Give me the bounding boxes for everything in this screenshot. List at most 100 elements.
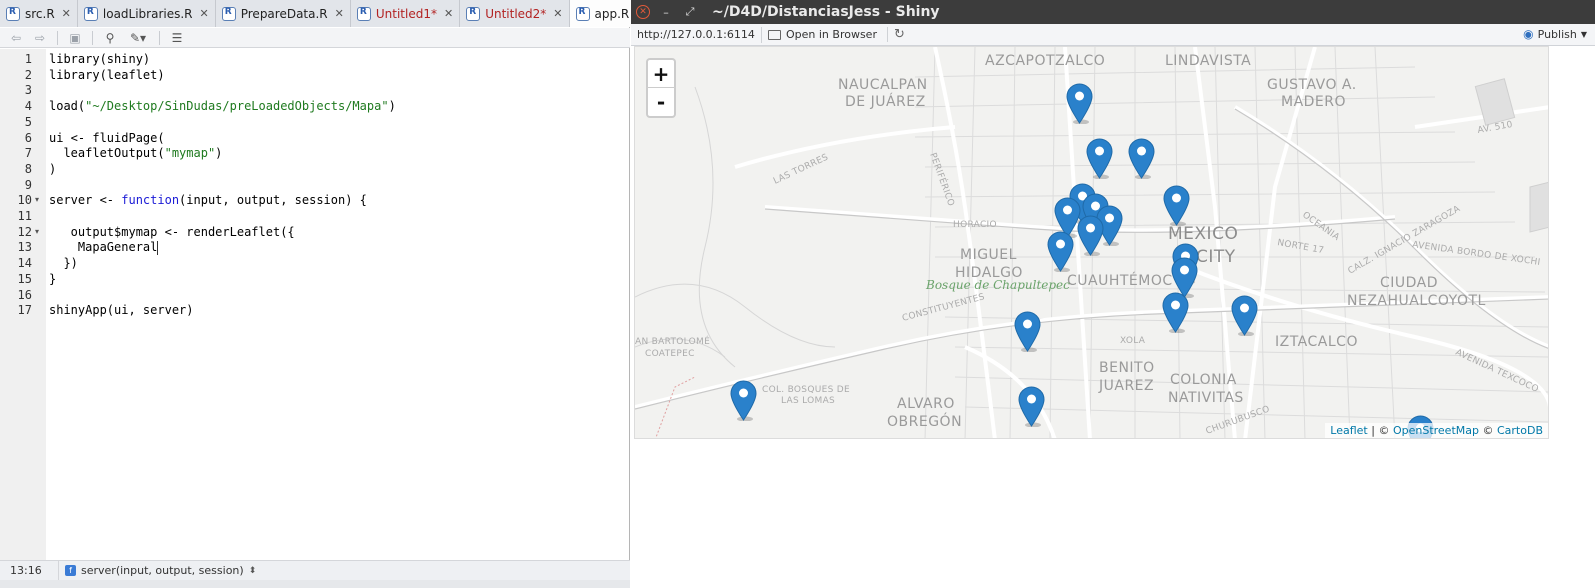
line-number: 16 bbox=[17, 287, 32, 302]
map-label-small: COL. BOSQUES DE bbox=[762, 385, 850, 395]
open-in-browser-label: Open in Browser bbox=[786, 28, 877, 41]
code-line: library(shiny) bbox=[49, 51, 150, 67]
editor-tab[interactable]: Untitled2* ✕ bbox=[460, 0, 570, 27]
leaflet-map[interactable]: AZCAPOTZALCO LINDAVISTA NAUCALPAN DE JUÁREZ… bbox=[634, 46, 1549, 439]
fold-toggle-icon[interactable]: ▾ bbox=[35, 195, 39, 204]
map-label-district: OBREGÓN bbox=[887, 412, 962, 430]
map-label-district: AZCAPOTZALCO bbox=[985, 53, 1105, 69]
close-tab-icon[interactable]: ✕ bbox=[200, 7, 209, 20]
map-marker-pin-icon[interactable] bbox=[1086, 138, 1113, 180]
map-label-district: MIGUEL bbox=[960, 247, 1017, 263]
line-number: 15 bbox=[17, 271, 32, 286]
pane-splitter[interactable] bbox=[0, 580, 630, 588]
scope-selector[interactable]: f server(input, output, session) ⬍ bbox=[58, 560, 256, 581]
close-tab-icon[interactable]: ✕ bbox=[553, 7, 562, 20]
publish-icon: ◉ bbox=[1523, 27, 1534, 41]
map-label-small: COATEPEC bbox=[645, 349, 695, 359]
map-marker-pin-icon[interactable] bbox=[730, 380, 757, 422]
line-number: 11 bbox=[17, 209, 32, 223]
map-attribution: Leaflet | © OpenStreetMap © CartoDB bbox=[1325, 423, 1548, 438]
map-marker-pin-icon[interactable] bbox=[1018, 386, 1045, 428]
code-tools-wand-icon[interactable]: ✎▾ bbox=[124, 30, 152, 46]
open-in-browser-button[interactable]: Open in Browser bbox=[761, 26, 883, 43]
map-marker-pin-icon[interactable] bbox=[1014, 311, 1041, 353]
code-line: } bbox=[49, 271, 56, 287]
cartodb-link[interactable]: CartoDB bbox=[1497, 424, 1543, 437]
map-label-street: XOLA bbox=[1120, 336, 1146, 346]
editor-tab[interactable]: loadLibraries.R ✕ bbox=[77, 0, 216, 27]
screen: src.R✕loadLibraries.R✕PrepareData.R✕Unti… bbox=[0, 0, 1595, 588]
map-label-street: HORACIO bbox=[953, 220, 997, 230]
line-number: 3 bbox=[24, 83, 32, 98]
code-line: shinyApp(ui, server) bbox=[49, 302, 194, 318]
string-token: "mymap" bbox=[164, 146, 216, 161]
shiny-viewer-window: ✕ – ⤢ ~/D4D/DistanciasJess - Shiny http:… bbox=[631, 0, 1595, 588]
code-token: library(leaflet) bbox=[49, 67, 165, 82]
map-label-district: LINDAVISTA bbox=[1165, 53, 1251, 69]
editor-tab-label: Untitled2* bbox=[485, 6, 547, 21]
compile-report-icon[interactable]: ☰ bbox=[167, 30, 187, 46]
find-icon[interactable]: ⚲ bbox=[100, 30, 120, 46]
code-token: MapaGeneral bbox=[49, 240, 158, 255]
leaflet-link[interactable]: Leaflet bbox=[1330, 424, 1367, 437]
editor-tab[interactable]: src.R ✕ bbox=[0, 0, 78, 27]
map-label-street: AV. 510 bbox=[1477, 120, 1514, 136]
map-marker-pin-icon[interactable] bbox=[1066, 83, 1093, 125]
string-token: "~/Desktop/SinDudas/preLoadedObjects/Map… bbox=[85, 99, 389, 114]
maximize-window-icon[interactable]: ⤢ bbox=[682, 4, 698, 20]
fold-toggle-icon[interactable]: ▾ bbox=[35, 227, 39, 236]
editor-tab[interactable]: Untitled1* ✕ bbox=[350, 0, 461, 27]
map-marker-pin-icon[interactable] bbox=[1047, 231, 1074, 273]
zoom-in-button[interactable]: + bbox=[646, 58, 676, 88]
map-label-district: NAUCALPAN bbox=[838, 77, 928, 93]
forward-arrow-icon[interactable]: ⇨ bbox=[30, 30, 50, 46]
back-arrow-icon[interactable]: ⇦ bbox=[6, 30, 26, 46]
map-marker-pin-icon[interactable] bbox=[1163, 185, 1190, 227]
code-line: library(leaflet) bbox=[49, 67, 165, 83]
code-token: load( bbox=[49, 99, 86, 114]
map-marker-pin-icon[interactable] bbox=[1128, 138, 1155, 180]
reload-app-icon[interactable]: ↻ bbox=[886, 27, 905, 42]
close-tab-icon[interactable]: ✕ bbox=[335, 7, 344, 20]
line-number: 13 bbox=[17, 240, 32, 255]
map-label-street: OCEANIA bbox=[1300, 210, 1341, 243]
code-token: server <- function(input, output, sessio… bbox=[49, 193, 367, 207]
code-token: ) bbox=[388, 99, 396, 114]
publish-button[interactable]: ◉ Publish ▼ bbox=[1523, 27, 1587, 41]
save-icon[interactable]: ▣ bbox=[65, 30, 85, 46]
close-tab-icon[interactable]: ✕ bbox=[444, 7, 453, 20]
map-marker-pin-icon[interactable] bbox=[1231, 295, 1258, 337]
openstreetmap-link[interactable]: OpenStreetMap bbox=[1393, 424, 1479, 437]
editor-tab-label: src.R bbox=[25, 6, 55, 21]
editor-status-bar: 13:16 f server(input, output, session) ⬍ bbox=[0, 560, 630, 581]
minimize-window-icon[interactable]: – bbox=[658, 4, 674, 20]
r-file-icon bbox=[221, 6, 236, 21]
zoom-out-button[interactable]: - bbox=[646, 88, 676, 118]
close-tab-icon[interactable]: ✕ bbox=[62, 7, 71, 20]
code-token: shinyApp(ui, server) bbox=[49, 303, 194, 318]
r-file-icon bbox=[6, 6, 20, 21]
code-line: }) bbox=[49, 255, 78, 271]
code-token: ui <- fluidPage( bbox=[49, 130, 165, 145]
editor-tab[interactable]: PrepareData.R ✕ bbox=[215, 0, 351, 27]
editor-toolbar: ⇦ ⇨ ▣ ⚲ ✎▾ ☰ bbox=[0, 28, 630, 48]
code-line: leafletOutput("mymap") bbox=[49, 145, 222, 161]
map-label-street: CHURUBUSCO bbox=[1205, 404, 1272, 436]
map-label-district: MADERO bbox=[1281, 94, 1346, 110]
map-label-district: CUAUHTÉMOC bbox=[1067, 272, 1173, 289]
keyword-token: function bbox=[121, 193, 180, 208]
code-token: } bbox=[49, 271, 57, 286]
close-window-icon[interactable]: ✕ bbox=[636, 5, 650, 19]
chevron-down-icon: ▼ bbox=[1580, 29, 1587, 39]
map-label-small: LAS LOMAS bbox=[781, 396, 835, 406]
map-marker-pin-icon[interactable] bbox=[1162, 292, 1189, 334]
line-number: 14 bbox=[17, 256, 32, 271]
editor-tab-bar: src.R✕loadLibraries.R✕PrepareData.R✕Unti… bbox=[0, 0, 653, 27]
code-line: load("~/Desktop/SinDudas/preLoadedObject… bbox=[49, 98, 396, 114]
map-marker-pin-icon[interactable] bbox=[1077, 215, 1104, 257]
publish-label: Publish bbox=[1537, 27, 1577, 41]
r-file-icon bbox=[83, 6, 98, 21]
code-token: }) bbox=[49, 256, 78, 271]
code-area[interactable]: library(shiny) library(leaflet) load("~/De… bbox=[46, 49, 630, 560]
map-label-street: CONSTITUYENTES bbox=[901, 292, 986, 324]
